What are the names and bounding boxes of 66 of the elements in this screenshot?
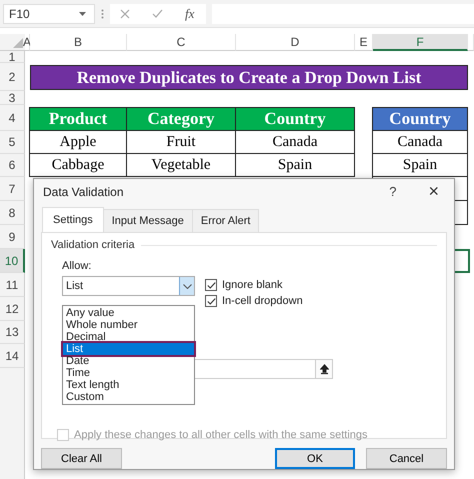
collapse-button[interactable] (315, 359, 333, 379)
row-header[interactable]: 7 (0, 177, 25, 201)
insert-function-button[interactable]: fx (185, 6, 194, 22)
grip-icon (101, 8, 104, 18)
checkbox-label: Apply these changes to all other cells with the same settings (74, 429, 368, 441)
name-box[interactable]: F10 (3, 4, 95, 24)
list-option[interactable]: Custom (63, 391, 194, 403)
caret-icon (79, 12, 86, 16)
row-header[interactable]: 1 (0, 51, 25, 63)
dialog-button[interactable]: Cancel (366, 448, 447, 469)
column-header[interactable]: F (373, 34, 468, 51)
table-cell: Canada (235, 131, 355, 154)
tab[interactable]: Settings (42, 207, 104, 233)
table-cell: Canada (372, 131, 468, 154)
row-header[interactable]: 4 (0, 105, 25, 131)
column-header[interactable]: E (355, 34, 373, 51)
row-header[interactable]: 10 (0, 249, 25, 273)
table-header: Product (29, 107, 127, 131)
table-cell: Spain (235, 154, 355, 177)
upload-icon (320, 364, 328, 374)
row-header[interactable]: 6 (0, 154, 25, 177)
row-header[interactable]: 14 (0, 344, 25, 368)
help-button[interactable]: ? (389, 184, 396, 199)
checkbox[interactable] (205, 295, 217, 307)
sheet-title: Remove Duplicates to Create a Drop Down List (30, 65, 468, 90)
list-option[interactable]: Date (63, 355, 194, 367)
row-header[interactable]: 13 (0, 321, 25, 344)
table-cell: Spain (372, 154, 468, 177)
table-header: Category (126, 107, 236, 131)
checkbox-label: Ignore blank (222, 279, 283, 291)
tab[interactable]: Input Message (102, 209, 193, 232)
table-header: Country (235, 107, 355, 131)
checkbox-label: In-cell dropdown (222, 295, 303, 307)
dialog-button[interactable]: Clear All (41, 448, 122, 469)
list-option[interactable]: List (63, 343, 194, 355)
allow-dropdown[interactable]: List (62, 276, 195, 296)
table-cell: Cabbage (29, 154, 127, 177)
group-label: Validation criteria (51, 239, 135, 251)
chevron-icon (182, 284, 192, 288)
close-button[interactable]: × (428, 181, 439, 202)
list-option[interactable]: Time (63, 367, 194, 379)
list-option[interactable]: Whole number (63, 319, 194, 331)
tab[interactable]: Error Alert (192, 209, 260, 232)
table-header: Country (372, 107, 468, 131)
cancel-icon[interactable] (120, 8, 130, 18)
dialog-title: Data Validation (43, 184, 124, 198)
column-header[interactable]: B (30, 34, 127, 51)
list-option[interactable]: Text length (63, 379, 194, 391)
row-header[interactable]: 12 (0, 297, 25, 321)
row-header[interactable]: 11 (0, 273, 25, 297)
row-header[interactable]: 5 (0, 131, 25, 154)
list-option[interactable]: Decimal (63, 331, 194, 343)
select-all-corner[interactable] (0, 34, 25, 51)
row-header[interactable]: 2 (0, 63, 25, 91)
column-header[interactable]: C (127, 34, 236, 51)
triangle-icon (13, 38, 23, 48)
row-header[interactable]: 9 (0, 225, 25, 249)
row-header[interactable]: 3 (0, 91, 25, 105)
row-header[interactable]: 8 (0, 201, 25, 225)
table-cell: Apple (29, 131, 127, 154)
ok-button[interactable]: OK (275, 448, 355, 469)
column-header[interactable]: D (236, 34, 355, 51)
checkbox[interactable] (205, 279, 217, 291)
check-icon[interactable] (152, 9, 163, 18)
list-option[interactable]: Any value (63, 307, 194, 319)
allow-label: Allow: (62, 260, 92, 272)
